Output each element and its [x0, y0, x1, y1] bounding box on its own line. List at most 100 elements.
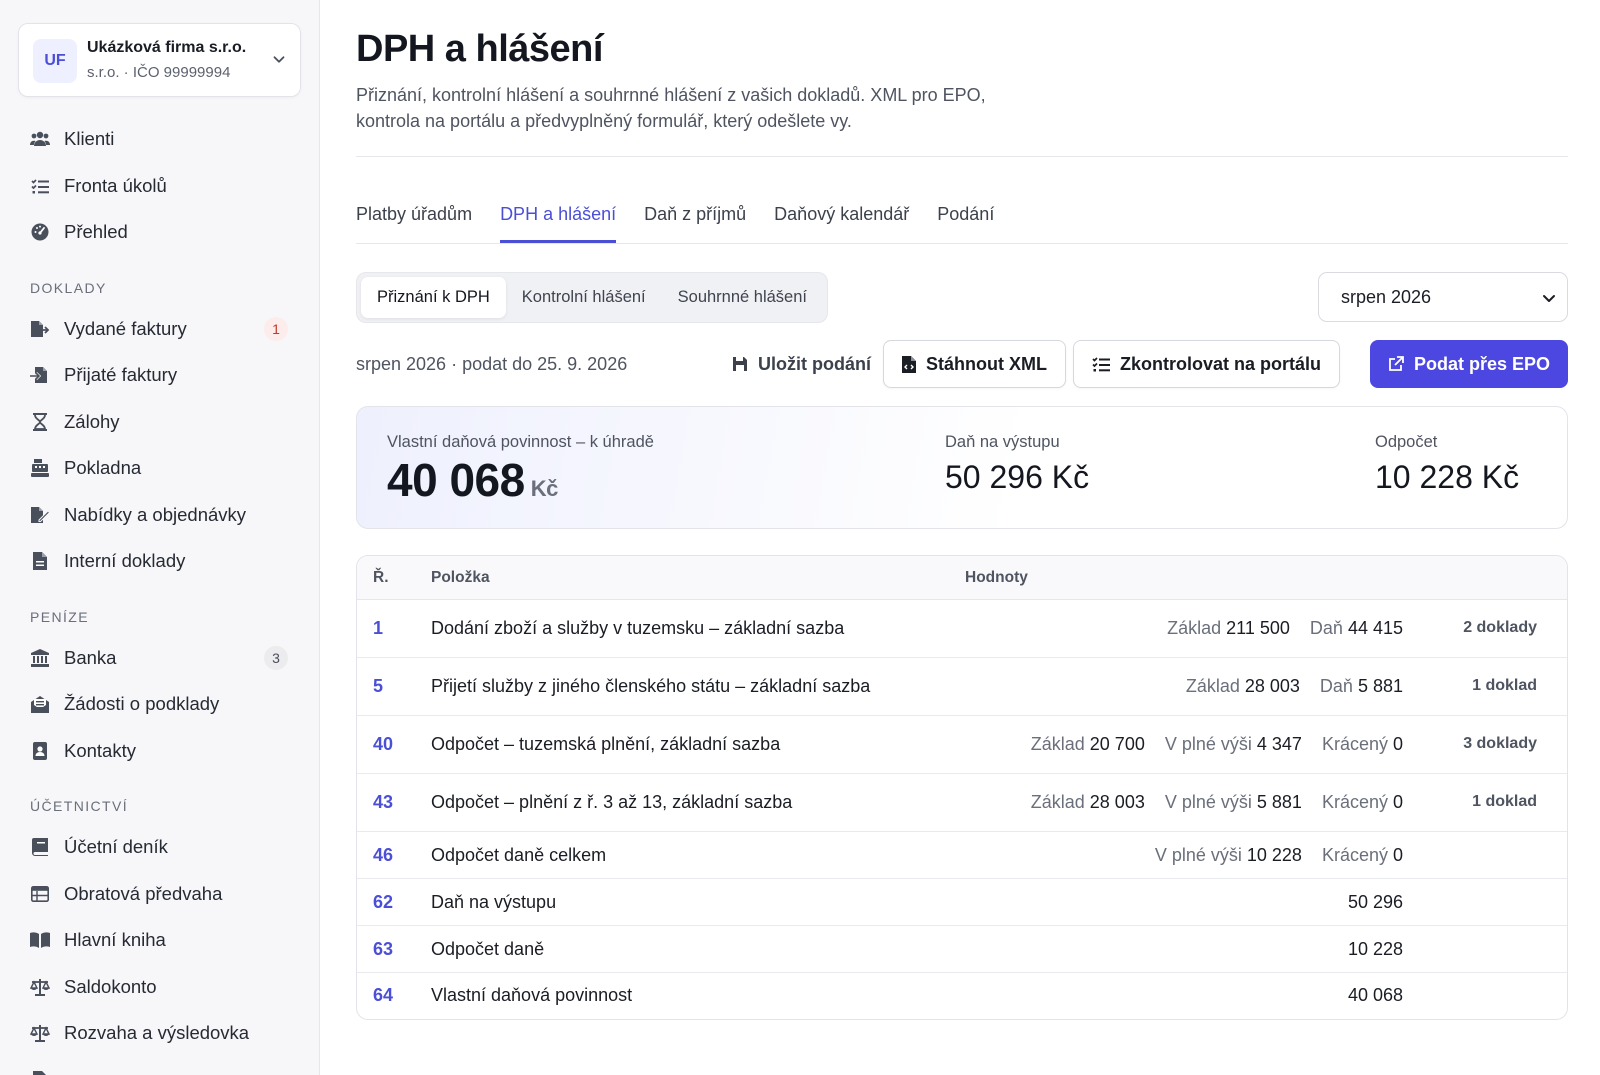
value-key: Základ	[1185, 676, 1245, 696]
subtab-kontrolni-hlaseni[interactable]: Kontrolní hlášení	[506, 277, 662, 318]
row-item-label: Daň na výstupu	[431, 892, 557, 912]
tab-dph-a-hlaseni[interactable]: DPH a hlášení	[500, 194, 617, 243]
value-key: Základ	[1030, 792, 1090, 812]
value-key: V plné výši	[1154, 845, 1247, 865]
tab-platby-uradum[interactable]: Platby úřadům	[356, 194, 472, 243]
divider	[356, 156, 1568, 157]
book-open-icon	[30, 930, 50, 950]
save-filing-button[interactable]: Uložit podání	[732, 340, 871, 388]
submit-epo-button[interactable]: Podat přes EPO	[1370, 340, 1568, 388]
row-values: Základ 20 700 V plné výši 4 347 Krácený 0	[1031, 734, 1403, 755]
value-pair: V plné výši 5 881	[1165, 792, 1302, 812]
tab-podani[interactable]: Podání	[937, 194, 994, 243]
documents-link[interactable]: 2 doklady	[1463, 619, 1537, 637]
table-body: 1 Dodání zboží a služby v tuzemsku – zákl…	[357, 600, 1567, 1019]
sidebar-item-hlavni-kniha[interactable]: Hlavní kniha	[0, 917, 319, 964]
sidebar-item-ucetni-denik[interactable]: Účetní deník	[0, 824, 319, 871]
cash-register-icon	[30, 458, 50, 478]
sidebar-item-pokladna[interactable]: Pokladna	[0, 445, 319, 492]
sidebar-item-more[interactable]	[0, 1057, 319, 1075]
sidebar-item-label: Přehled	[64, 221, 128, 243]
sidebar-nav: Klienti Fronta úkolů Přehled DOKLADY Vyd…	[0, 116, 319, 1075]
tab-dan-z-prijmu[interactable]: Daň z příjmů	[644, 194, 746, 243]
sidebar-item-fronta-ukolu[interactable]: Fronta úkolů	[0, 163, 319, 210]
file-text-icon	[30, 551, 50, 571]
sidebar-item-zalohy[interactable]: Zálohy	[0, 399, 319, 446]
table-row[interactable]: 46 Odpočet daně celkem V plné výši 10 228 K…	[357, 832, 1567, 879]
sidebar-item-nabidky[interactable]: Nabídky a objednávky	[0, 492, 319, 539]
gauge-icon	[30, 222, 50, 242]
column-header-values: Hodnoty	[965, 569, 1028, 586]
check-portal-button[interactable]: Zkontrolovat na portálu	[1073, 340, 1341, 388]
table-row[interactable]: 5 Přijetí služby z jiného členského státu…	[357, 658, 1567, 716]
table-row[interactable]: 62 Daň na výstupu 50 296	[357, 879, 1567, 926]
value-amount: 5 881	[1357, 676, 1403, 696]
download-xml-label: Stáhnout XML	[926, 353, 1047, 374]
documents-link[interactable]: 3 doklady	[1463, 735, 1537, 753]
sidebar-item-prijate-faktury[interactable]: Přijaté faktury	[0, 352, 319, 399]
address-book-icon	[30, 741, 50, 761]
documents-link[interactable]: 1 doklad	[1472, 793, 1537, 811]
sidebar-item-label: Fronta úkolů	[64, 174, 167, 196]
check-portal-label: Zkontrolovat na portálu	[1120, 353, 1322, 374]
row-item-label: Odpočet – plnění z ř. 3 až 13, základní …	[431, 792, 793, 812]
org-switcher[interactable]: UF Ukázková firma s.r.o. s.r.o. · IČO 99…	[18, 23, 301, 97]
value-amount: 5 881	[1256, 792, 1302, 812]
sidebar-item-label: Kontakty	[64, 739, 136, 761]
download-xml-button[interactable]: Stáhnout XML	[883, 340, 1066, 388]
value-key: V plné výši	[1164, 734, 1257, 754]
table-row[interactable]: 40 Odpočet – tuzemská plnění, základní sa…	[357, 716, 1567, 774]
bank-icon	[30, 648, 50, 668]
value-key: V plné výši	[1164, 792, 1257, 812]
scale-icon	[30, 977, 50, 997]
row-number: 46	[373, 845, 394, 865]
nav-section-title: DOKLADY	[30, 279, 107, 296]
value-pair: 40 068	[1348, 985, 1403, 1005]
hourglass-icon	[30, 412, 50, 432]
value-amount: 50 296	[1347, 892, 1403, 912]
sidebar-item-obratova-predvaha[interactable]: Obratová předvaha	[0, 871, 319, 918]
tab-danovy-kalendar[interactable]: Daňový kalendář	[774, 194, 909, 243]
row-item-label: Odpočet daně	[431, 939, 545, 959]
sidebar-item-zadosti[interactable]: Žádosti o podklady	[0, 681, 319, 728]
sidebar-item-label: Rozvaha a výsledovka	[64, 1022, 250, 1044]
users-icon	[30, 129, 50, 149]
count-badge: 3	[264, 645, 288, 670]
sidebar-item-rozvaha[interactable]: Rozvaha a výsledovka	[0, 1010, 319, 1057]
value-pair: Daň 44 415	[1310, 618, 1403, 638]
row-item-label: Odpočet – tuzemská plnění, základní sazb…	[431, 734, 781, 754]
table-row[interactable]: 63 Odpočet daně 10 228	[357, 926, 1567, 973]
currency-unit: Kč	[530, 476, 559, 501]
org-subtitle: s.r.o. · IČO 99999994	[87, 64, 231, 81]
table-row[interactable]: 43 Odpočet – plnění z ř. 3 až 13, základn…	[357, 774, 1567, 832]
value-amount: 0	[1392, 845, 1403, 865]
table-row[interactable]: 1 Dodání zboží a služby v tuzemsku – zákl…	[357, 600, 1567, 658]
deduction-value: 10 228 Kč	[1375, 459, 1520, 495]
sidebar-item-klienti[interactable]: Klienti	[0, 116, 319, 163]
period-select[interactable]: srpen 2026	[1318, 272, 1568, 322]
page-description: Přiznání, kontrolní hlášení a souhrnné h…	[356, 85, 986, 131]
table-row[interactable]: 64 Vlastní daňová povinnost 40 068	[357, 973, 1567, 1019]
sidebar-item-banka[interactable]: Banka 3	[0, 635, 319, 682]
value-key: Daň	[1319, 676, 1358, 696]
submit-epo-label: Podat přes EPO	[1413, 353, 1551, 374]
sidebar-item-prehled[interactable]: Přehled	[0, 209, 319, 256]
sidebar-item-kontakty[interactable]: Kontakty	[0, 728, 319, 775]
value-amount: 211 500	[1226, 618, 1290, 638]
sidebar-item-vydane-faktury[interactable]: Vydané faktury 1	[0, 306, 319, 353]
subtab-priznani-k-dph[interactable]: Přiznání k DPH	[361, 277, 506, 318]
sidebar-item-interni-doklady[interactable]: Interní doklady	[0, 538, 319, 585]
row-values: 40 068	[1348, 985, 1403, 1006]
count-badge: 1	[264, 316, 288, 341]
row-number: 63	[373, 939, 394, 959]
documents-link[interactable]: 1 doklad	[1472, 677, 1537, 695]
sidebar-item-saldokonto[interactable]: Saldokonto	[0, 964, 319, 1011]
value-key: Základ	[1167, 618, 1227, 638]
vat-summary-card: Vlastní daňová povinnost – k úhradě 40 0…	[356, 406, 1568, 529]
subtab-souhrnne-hlaseni[interactable]: Souhrnné hlášení	[662, 277, 823, 318]
sidebar-item-label: Zálohy	[64, 410, 120, 432]
row-item-label: Odpočet daně celkem	[431, 845, 607, 865]
row-number: 1	[373, 618, 384, 638]
value-key: Krácený	[1321, 734, 1393, 754]
filing-deadline: srpen 2026 · podat do 25. 9. 2026	[356, 354, 628, 374]
